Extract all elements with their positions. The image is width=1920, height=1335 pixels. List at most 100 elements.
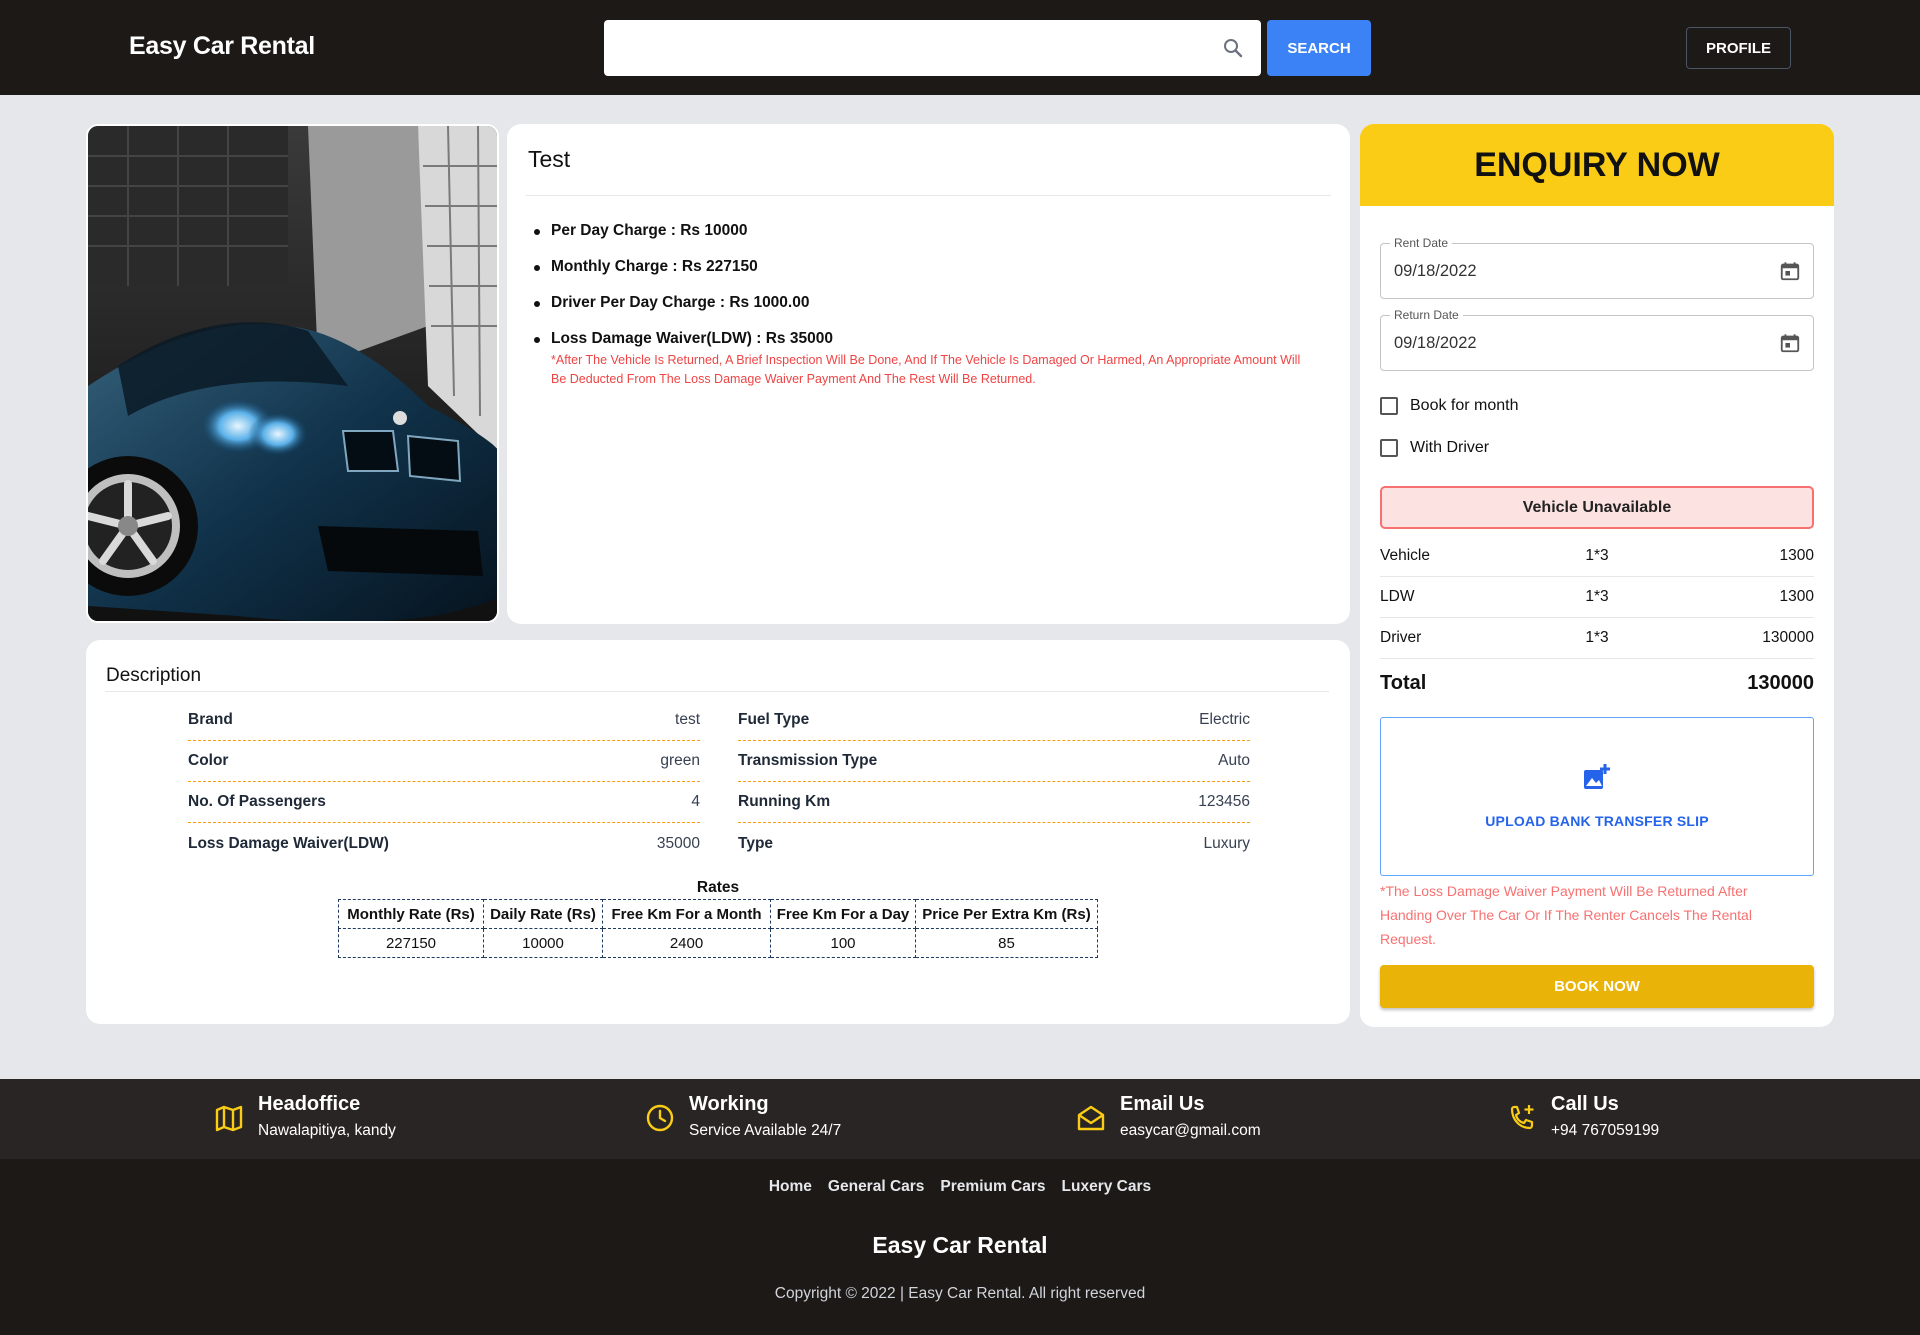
ldw-charge-label: Loss Damage Waiver(LDW) : Rs 35000 [551, 330, 833, 347]
contact-title: Email Us [1120, 1093, 1205, 1115]
spec-value: Auto [1218, 752, 1250, 769]
rates-header-row: Monthly Rate (Rs) Daily Rate (Rs) Free K… [338, 899, 1098, 929]
contact-title: Call Us [1551, 1093, 1619, 1115]
spec-value: test [675, 711, 700, 728]
divider [105, 691, 1329, 692]
search-button[interactable]: SEARCH [1267, 20, 1371, 76]
spec-label: No. Of Passengers [188, 793, 326, 810]
rent-date-input[interactable] [1394, 244, 1754, 298]
price-row-vehicle: Vehicle 1*3 1300 [1380, 536, 1814, 577]
car-title: Test [528, 146, 571, 172]
footer: Home General Cars Premium Cars Luxery Ca… [0, 1159, 1920, 1335]
price-item: Vehicle [1380, 547, 1430, 564]
contact-detail: Service Available 24/7 [689, 1122, 842, 1139]
spec-row-color: Color green [188, 741, 700, 782]
spec-list-right: Fuel Type Electric Transmission Type Aut… [738, 700, 1250, 864]
footer-brand: Easy Car Rental [872, 1232, 1048, 1258]
contact-title: Headoffice [258, 1093, 361, 1115]
rates-header: Price Per Extra Km (Rs) [915, 899, 1098, 929]
footer-contacts: Headoffice Nawalapitiya, kandy Working S… [0, 1079, 1920, 1159]
price-row-ldw: LDW 1*3 1300 [1380, 577, 1814, 618]
contact-call: Call Us +94 767059199 [1507, 1093, 1659, 1140]
enquiry-title: ENQUIRY NOW [1360, 124, 1834, 206]
map-icon [215, 1105, 243, 1132]
clock-icon [646, 1104, 674, 1132]
rates-cell: 85 [915, 928, 1098, 958]
description-card: Description Brand test Color green No. O… [86, 640, 1350, 1024]
search-input[interactable] [604, 20, 1261, 76]
contact-detail: Nawalapitiya, kandy [258, 1122, 396, 1139]
footer-link-luxury-cars[interactable]: Luxery Cars [1062, 1178, 1152, 1196]
total-row: Total 130000 [1380, 659, 1814, 707]
upload-slip-dropzone[interactable]: UPLOAD BANK TRANSFER SLIP [1380, 717, 1814, 876]
copyright-text: Copyright © 2022 | Easy Car Rental. All … [774, 1285, 1146, 1302]
spec-value: 35000 [656, 834, 700, 852]
price-qty: 1*3 [1585, 629, 1609, 646]
contact-working: Working Service Available 24/7 [645, 1093, 841, 1140]
return-date-field[interactable]: Return Date [1380, 308, 1814, 371]
price-amount: 1300 [1779, 588, 1814, 605]
footer-nav: Home General Cars Premium Cars Luxery Ca… [0, 1178, 1920, 1196]
charges-list: Per Day Charge : Rs 10000 Monthly Charge… [534, 222, 1311, 389]
car-info-card: Test Per Day Charge : Rs 10000 Monthly C… [507, 124, 1350, 624]
rates-header: Daily Rate (Rs) [483, 899, 603, 929]
ldw-charge: Loss Damage Waiver(LDW) : Rs 35000 *Afte… [534, 330, 1311, 389]
rates-value-row: 227150 10000 2400 100 85 [338, 928, 1098, 958]
book-for-month-label: Book for month [1410, 397, 1519, 414]
driver-per-day-charge: Driver Per Day Charge : Rs 1000.00 [534, 294, 1311, 312]
total-value: 130000 [1747, 671, 1814, 694]
footer-link-home[interactable]: Home [769, 1178, 812, 1196]
upload-slip-label[interactable]: UPLOAD BANK TRANSFER SLIP [1381, 813, 1813, 829]
footer-link-premium-cars[interactable]: Premium Cars [940, 1178, 1045, 1196]
profile-button[interactable]: PROFILE [1686, 27, 1791, 69]
monthly-charge: Monthly Charge : Rs 227150 [534, 258, 1311, 276]
rates-table: Monthly Rate (Rs) Daily Rate (Rs) Free K… [338, 899, 1098, 958]
return-date-input[interactable] [1394, 316, 1754, 370]
spec-label: Type [738, 834, 774, 852]
search-icon[interactable] [1221, 36, 1245, 60]
spec-row-ldw: Loss Damage Waiver(LDW) 35000 [188, 823, 700, 864]
price-breakdown: Vehicle 1*3 1300 LDW 1*3 1300 Driver 1*3… [1380, 536, 1814, 707]
ldw-note: *After The Vehicle Is Returned, A Brief … [551, 353, 1301, 386]
contact-detail[interactable]: easycar@gmail.com [1120, 1122, 1261, 1140]
refund-note: *The Loss Damage Waiver Payment Will Be … [1380, 883, 1752, 947]
rent-date-field[interactable]: Rent Date [1380, 236, 1814, 299]
mail-icon [1077, 1105, 1105, 1131]
book-for-month-option[interactable]: Book for month [1380, 397, 1519, 415]
phone-add-icon [1510, 1105, 1534, 1130]
with-driver-option[interactable]: With Driver [1380, 439, 1489, 457]
spec-value: 123456 [1198, 793, 1250, 810]
price-qty: 1*3 [1585, 588, 1609, 605]
spec-label: Brand [188, 711, 233, 728]
footer-link-general-cars[interactable]: General Cars [828, 1178, 925, 1196]
add-photo-icon [1584, 764, 1610, 789]
spec-row-type: Type Luxury [738, 823, 1250, 864]
spec-row-transmission: Transmission Type Auto [738, 741, 1250, 782]
spec-value: 4 [691, 793, 700, 810]
contact-title: Working [689, 1093, 769, 1115]
availability-status: Vehicle Unavailable [1380, 486, 1814, 529]
rates-cell: 2400 [602, 928, 771, 958]
price-item: Driver [1380, 629, 1422, 646]
site-brand[interactable]: Easy Car Rental [129, 32, 315, 61]
rates-header: Free Km For a Month [602, 899, 771, 929]
contact-headoffice: Headoffice Nawalapitiya, kandy [214, 1093, 396, 1140]
spec-value: Luxury [1203, 834, 1250, 852]
calendar-icon[interactable] [1779, 332, 1801, 354]
book-now-button[interactable]: BOOK NOW [1380, 965, 1814, 1008]
car-photo [86, 124, 499, 623]
calendar-icon[interactable] [1779, 260, 1801, 282]
price-qty: 1*3 [1585, 547, 1609, 564]
with-driver-checkbox[interactable] [1380, 439, 1398, 457]
with-driver-label: With Driver [1410, 439, 1490, 456]
enquiry-card: ENQUIRY NOW Rent Date Return Date Book f… [1360, 124, 1834, 1027]
spec-row-fuel: Fuel Type Electric [738, 700, 1250, 741]
per-day-charge: Per Day Charge : Rs 10000 [534, 222, 1311, 240]
total-label: Total [1380, 671, 1427, 694]
price-amount: 130000 [1762, 629, 1814, 646]
rates-cell: 227150 [338, 928, 484, 958]
contact-detail[interactable]: +94 767059199 [1551, 1122, 1659, 1140]
book-for-month-checkbox[interactable] [1380, 397, 1398, 415]
spec-value: green [660, 752, 700, 769]
rates-cell: 100 [770, 928, 916, 958]
